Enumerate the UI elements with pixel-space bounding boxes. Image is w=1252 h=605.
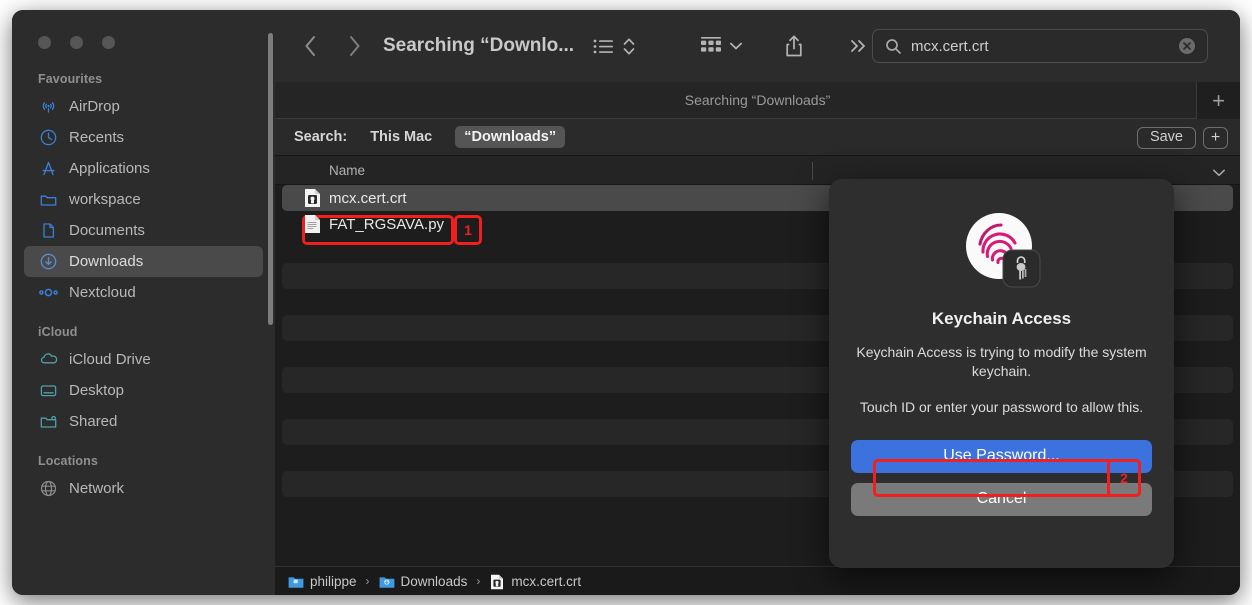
tab-bar: Searching “Downloads” + [275,82,1240,119]
python-file-icon [304,214,321,234]
breadcrumb-label: mcx.cert.crt [511,573,582,589]
sidebar-item-label: Network [69,480,125,497]
sidebar-item-applications[interactable]: Applications [24,153,263,184]
search-input-value[interactable]: mcx.cert.crt [911,38,989,55]
finder-window: Favourites AirDrop Recents Applications … [12,10,1240,595]
sidebar-item-downloads[interactable]: Downloads [24,246,263,277]
breadcrumb-label: philippe [310,573,357,589]
sidebar-item-label: Nextcloud [69,284,136,301]
home-folder-icon [288,574,304,589]
file-name: FAT_RGSAVA.py [329,215,445,233]
close-button[interactable] [38,36,51,49]
search-scope-bar: Search: This Mac “Downloads” Save + [275,119,1240,156]
new-tab-button[interactable]: + [1196,82,1240,119]
breadcrumb-mcx-cert-crt[interactable]: mcx.cert.crt [489,574,581,589]
list-view-button[interactable] [593,26,615,66]
path-bar: philippe › Downloads › mcx.cert.crt [275,566,1240,595]
sidebar-item-workspace[interactable]: workspace [24,184,263,215]
dialog-title: Keychain Access [931,309,1072,328]
sidebar-group-favourites-title: Favourites [38,72,103,86]
sidebar-scrollbar[interactable] [268,33,273,325]
sidebar-scroll-area: Favourites AirDrop Recents Applications … [12,72,275,595]
file-name: mcx.cert.crt [329,189,407,207]
window-traffic-lights [38,36,115,49]
search-scope-label: Search: [294,129,348,145]
breadcrumb-philippe[interactable]: philippe [288,574,357,589]
minimize-button[interactable] [70,36,83,49]
sidebar-item-shared[interactable]: Shared [24,406,263,437]
sidebar-item-label: workspace [69,191,141,208]
sidebar-item-recents[interactable]: Recents [24,122,263,153]
sidebar-item-label: Shared [69,413,118,430]
sidebar-item-label: Downloads [69,253,144,270]
share-button[interactable] [784,26,804,66]
certificate-file-icon [304,188,321,208]
document-icon [38,221,59,240]
back-button[interactable] [293,27,327,65]
sidebar-group-locations-title: Locations [38,454,98,468]
dialog-submessage: Touch ID or enter your password to allow… [859,398,1144,415]
sidebar-item-label: Recents [69,129,125,146]
globe-icon [38,479,59,498]
downloads-folder-icon [379,574,395,589]
sidebar-item-network[interactable]: Network [24,473,263,504]
column-divider[interactable] [812,162,813,180]
dialog-message: Keychain Access is trying to modify the … [856,344,1147,379]
nextcloud-icon [38,283,59,302]
more-toolbar-items-button[interactable] [848,26,870,66]
breadcrumb-downloads[interactable]: Downloads [379,573,468,589]
sidebar-group-icloud-title: iCloud [38,325,78,339]
annotation-number-2: 2 [1120,470,1128,486]
desktop-icon [38,381,59,400]
sidebar-item-label: Desktop [69,382,125,399]
sidebar-item-desktop[interactable]: Desktop [24,375,263,406]
search-scope-this-mac[interactable]: This Mac [361,126,441,148]
group-by-button[interactable] [699,26,725,66]
sidebar-item-documents[interactable]: Documents [24,215,263,246]
clear-search-button[interactable] [1178,37,1196,55]
airdrop-icon [38,97,59,116]
maximize-button[interactable] [102,36,115,49]
sidebar-item-nextcloud[interactable]: Nextcloud [24,277,263,308]
view-stepper-button[interactable] [622,26,636,66]
forward-button[interactable] [337,27,371,65]
keychain-access-dialog: Keychain Access Keychain Access is tryin… [829,179,1174,568]
toolbar: Searching “Downlo... mcx.cert.crt [275,10,1240,82]
breadcrumb-separator: › [476,574,481,588]
save-search-button[interactable]: Save [1136,127,1196,149]
sidebar-item-icloud-drive[interactable]: iCloud Drive [24,344,263,375]
add-search-criteria-button[interactable]: + [1203,127,1228,149]
sidebar-item-label: Documents [69,222,145,239]
certificate-file-icon [489,574,505,589]
applications-icon [38,159,59,178]
clock-icon [38,128,59,147]
search-scope-downloads[interactable]: “Downloads” [455,126,566,148]
screenshot-root: Favourites AirDrop Recents Applications … [0,0,1252,605]
shared-folder-icon [38,412,59,431]
annotation-number-1: 1 [464,222,472,238]
breadcrumb-label: Downloads [400,573,468,589]
downloads-icon [38,252,59,271]
sidebar-item-label: Applications [69,160,150,177]
tab-title: Searching “Downloads” [684,92,831,108]
sidebar: Favourites AirDrop Recents Applications … [12,10,275,595]
touch-id-keychain-icon [961,208,1043,290]
search-icon [885,38,902,55]
sidebar-item-label: AirDrop [69,98,120,115]
chevron-down-icon[interactable] [729,26,743,66]
sidebar-item-airdrop[interactable]: AirDrop [24,91,263,122]
sidebar-item-label: iCloud Drive [69,351,151,368]
search-field[interactable]: mcx.cert.crt [872,29,1208,63]
breadcrumb-separator: › [365,574,370,588]
chevron-down-icon[interactable] [1212,165,1226,183]
column-header-name[interactable]: Name [329,163,365,178]
window-title: Searching “Downlo... [383,35,575,56]
folder-icon [38,190,59,209]
cloud-icon [38,350,59,369]
